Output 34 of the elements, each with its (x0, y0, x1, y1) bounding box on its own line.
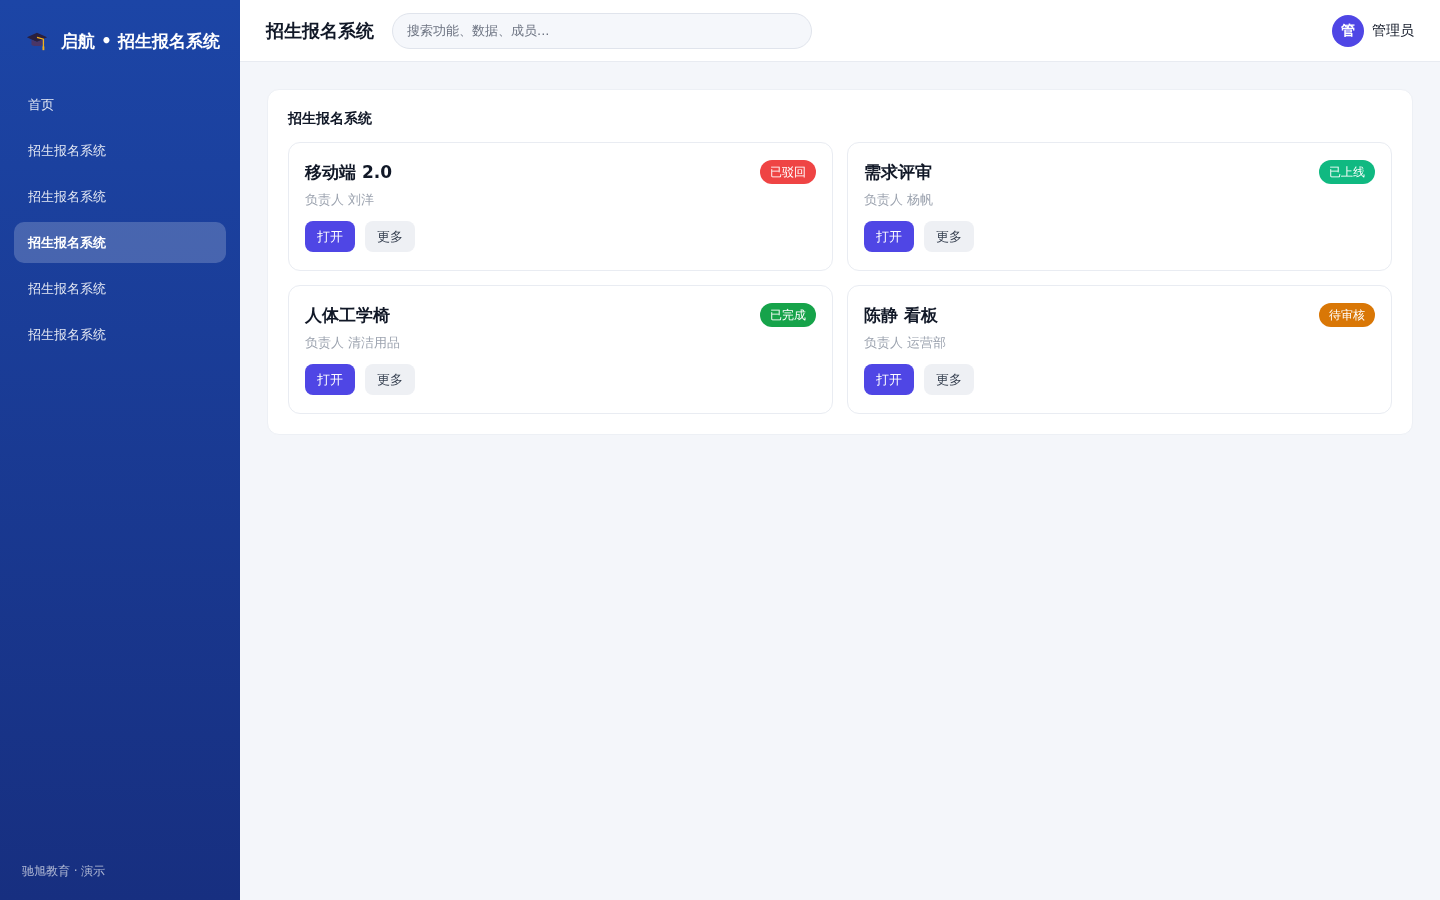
open-button[interactable]: 打开 (305, 364, 355, 395)
card-title: 陈静 看板 (864, 303, 938, 327)
nav-item[interactable]: 招生报名系统 (14, 268, 226, 309)
more-button[interactable]: 更多 (924, 221, 974, 252)
status-tag: 已完成 (760, 303, 816, 327)
more-button[interactable]: 更多 (365, 221, 415, 252)
avatar[interactable]: 管 (1332, 14, 1364, 47)
more-button[interactable]: 更多 (924, 364, 974, 395)
graduation-cap-icon (26, 30, 48, 52)
status-tag: 待审核 (1319, 303, 1375, 327)
nav-item[interactable]: 招生报名系统 (14, 222, 226, 263)
owner-text: 负责人 清洁用品 (305, 334, 402, 352)
more-button[interactable]: 更多 (365, 364, 415, 395)
owner-text: 负责人 运营部 (864, 334, 948, 352)
nav-item[interactable]: 招生报名系统 (14, 130, 226, 171)
nav-item[interactable]: 招生报名系统 (14, 314, 226, 355)
open-button[interactable]: 打开 (305, 221, 355, 252)
brand-title: 启航 • 招生报名系统 (61, 29, 220, 53)
owner-text: 负责人 杨帆 (864, 191, 935, 209)
card-title: 需求评审 (864, 160, 932, 184)
owner-text: 负责人 刘洋 (305, 191, 376, 209)
user-name: 管理员 (1372, 21, 1414, 40)
panel-title: 招生报名系统 (288, 110, 373, 128)
open-button[interactable]: 打开 (864, 221, 914, 252)
nav-item[interactable]: 招生报名系统 (14, 176, 226, 217)
nav-item[interactable]: 首页 (14, 84, 226, 125)
card-title: 人体工学椅 (305, 303, 390, 327)
status-tag: 已上线 (1319, 160, 1375, 184)
footer-text: 驰旭教育 · 演示 (21, 863, 107, 880)
status-tag: 已驳回 (760, 160, 816, 184)
search-field[interactable]: 搜索功能、数据、成员... (392, 12, 812, 49)
page-title: 招生报名系统 (266, 18, 374, 43)
card-title: 移动端 2.0 (305, 160, 393, 184)
open-button[interactable]: 打开 (864, 364, 914, 395)
